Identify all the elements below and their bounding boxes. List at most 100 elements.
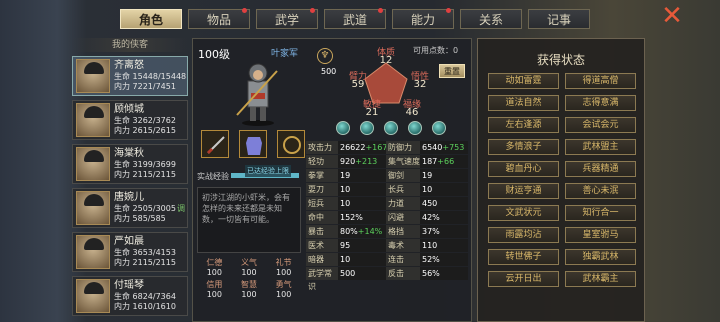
buff-item[interactable]: 云开日出 xyxy=(488,271,559,287)
buff-item[interactable]: 雨露均沾 xyxy=(488,227,559,243)
stat-value: 500 xyxy=(338,267,386,280)
tab-4[interactable]: 能力 xyxy=(392,8,454,29)
buff-item[interactable]: 知行合一 xyxy=(565,205,636,221)
buff-item[interactable]: 道法自然 xyxy=(488,95,559,111)
stat-number: 80% xyxy=(340,227,358,236)
buff-item[interactable]: 皇室驸马 xyxy=(565,227,636,243)
virtue-value: 100 xyxy=(206,268,222,277)
armor-slot-icon[interactable] xyxy=(239,130,267,158)
attr-bili-value: 59 xyxy=(351,79,365,90)
stat-number: 56% xyxy=(422,269,440,278)
hero-hp: 生命 3262/3762 xyxy=(114,116,176,125)
gem-slot-icon[interactable] xyxy=(384,121,398,135)
accessory-slot-icon[interactable] xyxy=(277,130,305,158)
stat-number: 10 xyxy=(422,185,433,194)
stat-number: 42% xyxy=(422,213,440,222)
stat-label: 命中 xyxy=(306,211,338,224)
stat-value: 152% xyxy=(338,211,386,224)
stat-label: 闪避 xyxy=(386,211,420,224)
hero-hp: 生命 15448/15448 xyxy=(114,72,187,81)
stat-number: 500 xyxy=(340,269,356,278)
stat-bonus: +753 xyxy=(442,143,465,152)
tab-2[interactable]: 武学 xyxy=(256,8,318,29)
hero-avatar xyxy=(76,59,110,93)
buff-item[interactable]: 得道高僧 xyxy=(565,73,636,89)
virtue-grid: 仁德 100 义气 100 礼节 100 信用 100 智慧 100 勇气 100 xyxy=(197,257,301,299)
stat-number: 152% xyxy=(340,213,363,222)
buff-item[interactable]: 志得意满 xyxy=(565,95,636,111)
hero-card[interactable]: 海棠秋 生命 3199/3699 内力 2115/2115 xyxy=(72,144,188,184)
close-icon[interactable]: ✕ xyxy=(660,3,684,29)
buff-item[interactable]: 独霸武林 xyxy=(565,249,636,265)
buff-item[interactable]: 善心未泯 xyxy=(565,183,636,199)
buff-item[interactable]: 会试会元 xyxy=(565,117,636,133)
virtue-cell: 礼节 100 xyxy=(266,257,301,277)
hero-card[interactable]: 付瑶琴 生命 6824/7364 内力 1610/1610 xyxy=(72,276,188,316)
stat-label: 连击 xyxy=(386,253,420,266)
attr-fuyuan-value: 46 xyxy=(405,107,419,118)
stat-label: 耍刀 xyxy=(306,183,338,196)
buff-item[interactable]: 武林霸主 xyxy=(565,271,636,287)
stat-value: 187+66 xyxy=(420,155,468,168)
hero-avatar xyxy=(76,147,110,181)
stat-label: 长兵 xyxy=(386,183,420,196)
tab-0[interactable]: 角色 xyxy=(120,9,182,29)
tab-1[interactable]: 物品 xyxy=(188,8,250,29)
virtue-value: 100 xyxy=(206,290,222,299)
hero-mp: 内力 7221/7451 xyxy=(114,82,176,91)
buff-item[interactable]: 财运亨通 xyxy=(488,183,559,199)
stat-number: 110 xyxy=(422,241,438,250)
buff-item[interactable]: 动如雷霆 xyxy=(488,73,559,89)
buff-item[interactable]: 碧血丹心 xyxy=(488,161,559,177)
exp-label: 实战经验 xyxy=(197,172,229,181)
hero-card[interactable]: 唐婉儿 生命 2505/3005 内力 585/585 调 xyxy=(72,188,188,228)
buff-item[interactable]: 武林盟主 xyxy=(565,139,636,155)
tab-5[interactable]: 关系 xyxy=(460,9,522,29)
virtue-label: 义气 xyxy=(240,258,257,267)
buff-item[interactable]: 转世佛子 xyxy=(488,249,559,265)
tab-3[interactable]: 武道 xyxy=(324,8,386,29)
stat-number: 19 xyxy=(340,171,351,180)
stat-number: 26622 xyxy=(340,143,366,152)
roster-panel: 我的侠客 齐离怒 生命 15448/15448 内力 7221/7451 顾倾城 生命 … xyxy=(72,38,188,322)
stat-number: 52% xyxy=(422,255,440,264)
buff-item[interactable]: 左右逢源 xyxy=(488,117,559,133)
hero-list: 齐离怒 生命 15448/15448 内力 7221/7451 顾倾城 生命 3262/… xyxy=(72,56,188,316)
virtue-cell: 智慧 100 xyxy=(232,279,267,299)
buff-item[interactable]: 多情浪子 xyxy=(488,139,559,155)
hero-mp: 内力 2115/2115 xyxy=(114,170,176,179)
stat-label: 武学常识 xyxy=(306,267,338,291)
stat-value: 95 xyxy=(338,239,386,252)
stat-label: 格挡 xyxy=(386,225,420,238)
tab-6[interactable]: 记事 xyxy=(528,9,590,29)
weapon-slot-icon[interactable] xyxy=(201,130,229,158)
stat-number: 37% xyxy=(422,227,440,236)
hero-card[interactable]: 严如晨 生命 3653/4153 内力 2115/2115 xyxy=(72,232,188,272)
stat-value: 56% xyxy=(420,267,468,280)
notification-dot xyxy=(310,8,315,13)
level-label: 100级 xyxy=(198,48,230,61)
stat-label: 暗器 xyxy=(306,253,338,266)
virtue-label: 智慧 xyxy=(240,280,257,289)
hero-info: 付瑶琴 生命 6824/7364 内力 1610/1610 xyxy=(114,280,176,312)
stat-number: 6540 xyxy=(422,143,443,152)
stat-value: 37% xyxy=(420,225,468,238)
gem-slot-icon[interactable] xyxy=(408,121,422,135)
hero-hp: 生命 3653/4153 xyxy=(114,248,176,257)
hero-card[interactable]: 齐离怒 生命 15448/15448 内力 7221/7451 xyxy=(72,56,188,96)
tab-bar: 角色 物品 武学 武道 能力 关系 记事 xyxy=(120,8,590,31)
buff-item[interactable]: 文武状元 xyxy=(488,205,559,221)
virtue-value: 100 xyxy=(241,290,257,299)
status-icon[interactable]: ♆ xyxy=(317,48,333,64)
gem-slot-icon[interactable] xyxy=(360,121,374,135)
reset-button[interactable]: 重置 xyxy=(439,64,465,78)
virtue-cell: 信用 100 xyxy=(197,279,232,299)
hero-card[interactable]: 顾倾城 生命 3262/3762 内力 2615/2615 xyxy=(72,100,188,140)
hero-avatar xyxy=(76,103,110,137)
hero-mp: 内力 1610/1610 xyxy=(114,302,176,311)
buff-item[interactable]: 兵器精通 xyxy=(565,161,636,177)
virtue-value: 100 xyxy=(276,268,292,277)
hero-hp: 生命 2505/3005 xyxy=(114,204,176,213)
gem-slot-icon[interactable] xyxy=(336,121,350,135)
gem-slot-icon[interactable] xyxy=(432,121,446,135)
